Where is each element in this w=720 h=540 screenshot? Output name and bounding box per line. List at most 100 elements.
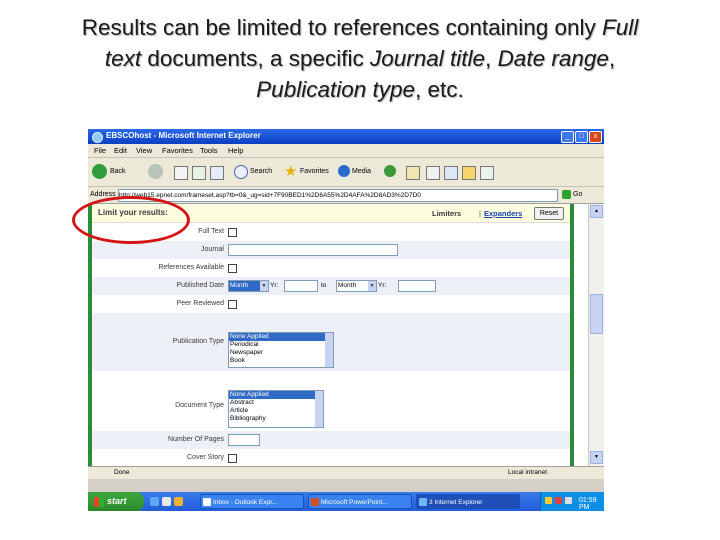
list-option[interactable]: Book — [229, 357, 333, 365]
quicklaunch-media-icon[interactable] — [174, 497, 183, 506]
full-text-checkbox[interactable] — [228, 228, 237, 237]
caption-text: documents, a specific — [141, 46, 370, 71]
folder-icon[interactable] — [462, 166, 476, 180]
taskbar-item-powerpoint[interactable]: Microsoft PowerPoint... — [308, 494, 412, 509]
reset-button[interactable]: Reset — [534, 207, 564, 220]
tab-expanders[interactable]: Expanders — [484, 209, 522, 218]
stop-icon[interactable] — [174, 166, 188, 180]
peer-reviewed-checkbox[interactable] — [228, 300, 237, 309]
page-scrollbar[interactable]: ▲ ▼ — [588, 204, 604, 466]
maximize-button[interactable]: □ — [575, 131, 588, 143]
favorites-label[interactable]: Favorites — [300, 168, 329, 175]
cover-story-checkbox[interactable] — [228, 454, 237, 463]
address-input[interactable]: http://web15.epnet.com/frameset.asp?tb=0… — [118, 189, 558, 202]
taskbar: start Inbox - Outlook Expr... Microsoft … — [88, 492, 604, 511]
start-button[interactable]: start — [88, 492, 144, 511]
search-label[interactable]: Search — [250, 168, 272, 175]
row-document-type: Document Type None Applied Abstract Arti… — [92, 372, 570, 430]
references-available-label: References Available — [158, 264, 224, 271]
tray-icon[interactable] — [555, 497, 562, 504]
number-of-pages-label: Number Of Pages — [167, 436, 224, 443]
document-type-listbox[interactable]: None Applied Abstract Article Bibliograp… — [228, 390, 324, 428]
scroll-thumb[interactable] — [590, 294, 603, 334]
close-button[interactable]: x — [589, 131, 602, 143]
back-arrow-icon[interactable] — [92, 164, 107, 179]
print-icon[interactable] — [426, 166, 440, 180]
menu-tools[interactable]: Tools — [200, 146, 218, 155]
caption-italic: text — [104, 46, 142, 71]
forward-arrow-icon[interactable] — [148, 164, 163, 179]
back-label[interactable]: Back — [110, 168, 126, 175]
taskbar-item-outlook[interactable]: Inbox - Outlook Expr... — [200, 494, 304, 509]
scroll-down-icon[interactable]: ▼ — [590, 451, 603, 464]
peer-reviewed-label: Peer Reviewed — [176, 300, 224, 307]
listbox-scrollbar[interactable] — [315, 391, 323, 427]
start-label: start — [107, 496, 127, 506]
caption-italic: Publication type — [256, 77, 416, 102]
caption-line-3: Publication type, etc. — [0, 74, 720, 105]
menu-favorites[interactable]: Favorites — [162, 146, 193, 155]
menu-help[interactable]: Help — [228, 146, 243, 155]
quicklaunch-ie-icon[interactable] — [150, 497, 159, 506]
row-publication-type: Publication Type None Applied Periodical… — [92, 313, 570, 371]
year-from-input[interactable] — [284, 280, 318, 292]
row-peer-reviewed: Peer Reviewed — [92, 296, 570, 312]
publication-type-listbox[interactable]: None Applied Periodical Newspaper Book — [228, 332, 334, 368]
number-of-pages-input[interactable] — [228, 434, 260, 446]
caption-line-2: text documents, a specific Journal title… — [0, 43, 720, 74]
task-label: 3 Internet Explorer — [429, 499, 483, 506]
security-zone: Local intranet — [508, 469, 548, 476]
caption-line-1: Results can be limited to references con… — [0, 12, 720, 43]
row-journal: Journal — [92, 241, 570, 259]
caption-text: , — [608, 46, 616, 71]
caption-text: , — [485, 46, 498, 71]
list-option[interactable]: None Applied — [229, 391, 323, 399]
menu-bar: File Edit View Favorites Tools Help — [88, 144, 604, 158]
caption-italic: Journal title — [369, 46, 486, 71]
favorites-star-icon[interactable]: ★ — [284, 162, 297, 180]
list-option[interactable]: None Applied — [229, 333, 333, 341]
go-button[interactable]: Go — [562, 189, 588, 200]
list-option[interactable]: Article — [229, 407, 323, 415]
menu-file[interactable]: File — [94, 146, 106, 155]
row-published-date: Published Date Month ▼ Yr: to Month ▼ Yr: — [92, 277, 570, 295]
taskbar-item-ie[interactable]: 3 Internet Explorer — [416, 494, 520, 509]
history-icon[interactable] — [384, 165, 396, 177]
references-available-checkbox[interactable] — [228, 264, 237, 273]
mail-icon[interactable] — [406, 166, 420, 180]
list-option[interactable]: Abstract — [229, 399, 323, 407]
quicklaunch-desktop-icon[interactable] — [162, 497, 171, 506]
go-label: Go — [573, 191, 583, 198]
page-border-right — [570, 204, 574, 466]
minimize-button[interactable]: _ — [561, 131, 574, 143]
search-icon[interactable] — [234, 165, 248, 179]
list-option[interactable]: Bibliography — [229, 415, 323, 423]
window-titlebar[interactable]: EBSCOhost - Microsoft Internet Explorer … — [88, 129, 604, 144]
journal-input[interactable] — [228, 244, 398, 256]
chevron-down-icon: ▼ — [260, 281, 268, 291]
media-icon[interactable] — [338, 165, 350, 177]
list-option[interactable]: Periodical — [229, 341, 333, 349]
tray-icon[interactable] — [545, 497, 552, 504]
menu-view[interactable]: View — [136, 146, 152, 155]
month-to-select[interactable]: Month ▼ — [336, 280, 377, 292]
messenger-icon[interactable] — [480, 166, 494, 180]
scroll-up-icon[interactable]: ▲ — [590, 205, 603, 218]
caption-text: Results can be limited to references con… — [81, 15, 602, 40]
tray-icon[interactable] — [565, 497, 572, 504]
listbox-scrollbar[interactable] — [325, 333, 333, 367]
annotation-ellipse — [72, 196, 190, 244]
refresh-icon[interactable] — [192, 166, 206, 180]
tab-limiters[interactable]: Limiters — [432, 209, 461, 218]
month-from-select[interactable]: Month ▼ — [228, 280, 269, 292]
year-to-input[interactable] — [398, 280, 436, 292]
edit-icon[interactable] — [444, 166, 458, 180]
home-icon[interactable] — [210, 166, 224, 180]
document-type-label: Document Type — [175, 402, 224, 409]
menu-edit[interactable]: Edit — [114, 146, 127, 155]
ebsco-page: Limit your results: Limiters | Expanders… — [88, 204, 588, 466]
status-text: Done — [114, 469, 130, 476]
media-label[interactable]: Media — [352, 168, 371, 175]
publication-type-label: Publication Type — [172, 338, 224, 345]
list-option[interactable]: Newspaper — [229, 349, 333, 357]
